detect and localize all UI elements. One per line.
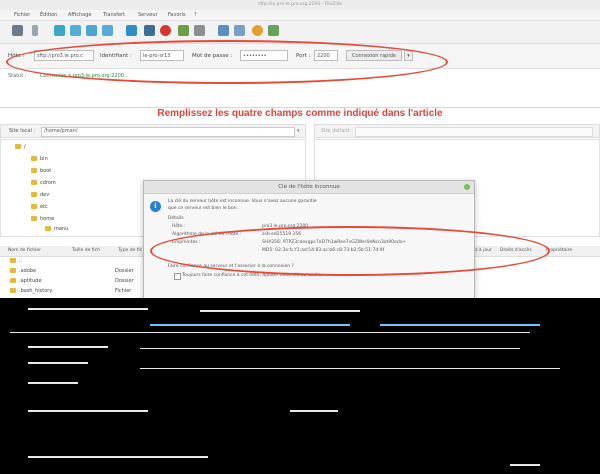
highlight-ellipse-fingerprint <box>150 226 550 276</box>
toggle-queue-icon[interactable] <box>102 25 113 36</box>
toggle-remote-tree-icon[interactable] <box>86 25 97 36</box>
local-path-input[interactable]: /home/pman/ <box>41 127 295 137</box>
local-site-bar: Site local : /home/pman/ ▾ <box>0 124 306 138</box>
annotation-text: Remplissez les quatre champs comme indiq… <box>157 108 443 119</box>
folder-icon <box>31 204 37 209</box>
site-manager-icon[interactable] <box>12 25 23 36</box>
menu-favoris[interactable]: Favoris <box>168 12 186 18</box>
folder-icon <box>10 278 16 283</box>
dialog-intro-2: que ce serveur est bien le bon. <box>168 206 238 211</box>
menu-transfert[interactable]: Transfert <box>103 12 125 18</box>
glitch-line <box>510 464 540 466</box>
black-render-region <box>0 298 600 474</box>
glitch-line <box>28 456 208 458</box>
menu-help[interactable]: ? <box>194 12 197 18</box>
tree-item[interactable]: etc <box>31 204 48 212</box>
dialog-intro: La clé du serveur hôte est inconnue. Vou… <box>168 199 317 204</box>
toggle-log-icon[interactable] <box>54 25 65 36</box>
folder-icon <box>15 144 21 149</box>
glitch-line <box>200 310 360 312</box>
remote-path-input[interactable] <box>355 127 593 137</box>
folder-icon <box>31 156 37 161</box>
tree-item[interactable]: manu <box>45 226 68 234</box>
list-item[interactable]: .. <box>10 258 22 267</box>
menu-edition[interactable]: Édition <box>40 12 57 18</box>
disconnect-icon[interactable] <box>178 25 189 36</box>
dropdown-arrow-icon[interactable] <box>32 25 38 36</box>
remote-site-label: Site distant : <box>321 128 353 134</box>
folder-icon <box>31 216 37 221</box>
glitch-line <box>140 348 520 349</box>
always-trust-checkbox[interactable] <box>174 273 181 280</box>
process-queue-icon[interactable] <box>144 25 155 36</box>
col-filename[interactable]: Nom de fichier <box>8 248 41 253</box>
menu-serveur[interactable]: Serveur <box>138 12 158 18</box>
search-icon[interactable] <box>268 25 279 36</box>
refresh-icon[interactable] <box>126 25 137 36</box>
tree-item[interactable]: / <box>15 144 26 152</box>
folder-icon <box>10 258 16 263</box>
tree-item[interactable]: boot <box>31 168 51 176</box>
tree-item[interactable]: home <box>31 216 54 224</box>
status-label: Statut : <box>8 73 27 79</box>
list-item[interactable]: .adobe Dossier <box>10 268 134 277</box>
glitch-line <box>290 410 338 412</box>
tree-item[interactable]: dev <box>31 192 49 200</box>
list-item[interactable]: .aptitude Dossier <box>10 278 134 287</box>
compare-icon[interactable] <box>234 25 245 36</box>
toggle-local-tree-icon[interactable] <box>70 25 81 36</box>
dialog-details: Détails <box>168 216 184 221</box>
info-icon: i <box>150 201 161 212</box>
folder-icon <box>31 192 37 197</box>
dialog-title: Clé de l'hôte inconnue <box>144 181 474 194</box>
glitch-line <box>28 362 88 364</box>
col-filetype[interactable]: Type de fic <box>118 248 142 253</box>
glitch-line <box>28 346 108 348</box>
glitch-line <box>140 368 560 369</box>
folder-icon <box>45 226 51 231</box>
glitch-line <box>28 308 148 310</box>
folder-icon <box>10 268 16 273</box>
menu-bar: Fichier Édition Affichage Transfert Serv… <box>0 10 600 21</box>
tree-item[interactable]: cdrom <box>31 180 56 188</box>
local-site-label: Site local : <box>9 128 36 134</box>
cancel-icon[interactable] <box>160 25 171 36</box>
tree-item[interactable]: bin <box>31 156 48 164</box>
glitch-line <box>150 324 350 326</box>
dialog-host-label: Hôte : <box>172 224 186 229</box>
list-item[interactable]: .bash_history Fichier <box>10 288 131 297</box>
close-icon[interactable] <box>464 184 470 190</box>
glitch-line <box>28 410 148 412</box>
remote-site-bar: Site distant : <box>314 124 600 138</box>
window-title: sftp://le.pro-le.pro.org:2200 - FileZill… <box>258 2 342 7</box>
filter-icon[interactable] <box>218 25 229 36</box>
menu-fichier[interactable]: Fichier <box>14 12 30 18</box>
folder-icon <box>31 168 37 173</box>
menu-affichage[interactable]: Affichage <box>68 12 92 18</box>
sync-browse-icon[interactable] <box>252 25 263 36</box>
col-filesize[interactable]: Taille de fich <box>72 248 100 253</box>
reconnect-icon[interactable] <box>194 25 205 36</box>
folder-icon <box>31 180 37 185</box>
glitch-line <box>10 332 530 333</box>
glitch-line <box>380 324 540 326</box>
highlight-ellipse-quickconnect <box>6 40 448 84</box>
glitch-line <box>28 382 78 384</box>
folder-icon <box>10 288 16 293</box>
local-path-dropdown-icon[interactable]: ▾ <box>297 128 300 134</box>
